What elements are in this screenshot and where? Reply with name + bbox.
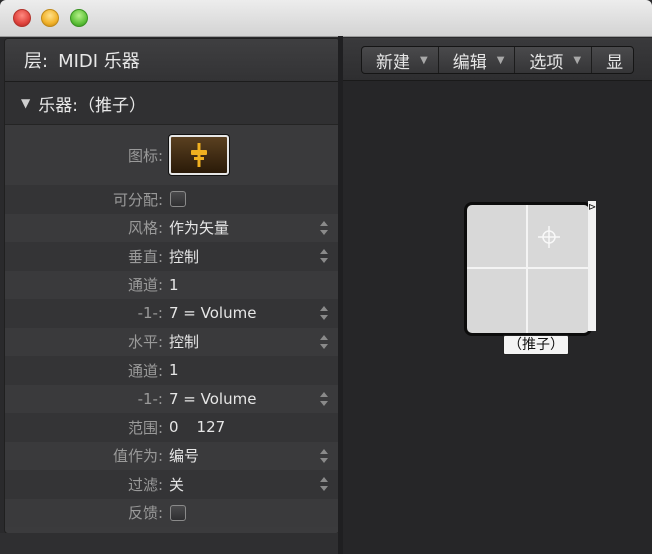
horizontal-popup-arrows-icon[interactable] <box>319 334 329 350</box>
section-title: 乐器:（推子） <box>38 95 146 116</box>
value-as-label: 值作为: <box>112 447 163 466</box>
range-values: 0 127 <box>169 418 339 436</box>
cc-1-label: -1-: <box>137 304 163 323</box>
vector-fader-object[interactable] <box>464 202 592 336</box>
vertical-popup-arrows-icon[interactable] <box>319 248 329 264</box>
new-menu-button[interactable]: 新建 ▼ <box>362 47 439 73</box>
icon-prop-label: 图标: <box>127 146 163 165</box>
new-menu-label: 新建 <box>376 52 410 73</box>
feedback-checkbox[interactable] <box>170 504 186 521</box>
range-min-value[interactable]: 0 <box>169 418 179 436</box>
cc-2-popup-arrows-icon[interactable] <box>319 391 329 407</box>
prop-row-vertical[interactable]: 垂直: 控制 <box>5 242 339 271</box>
vertical-label: 垂直: <box>127 247 163 266</box>
style-value[interactable]: 作为矢量 <box>169 217 339 238</box>
prop-row-channel-1[interactable]: 通道: 1 <box>5 270 339 299</box>
properties-list: 图标: 可分配: 风格: 作为矢量 垂直: 控制 通道: 1 -1-: 7 = … <box>5 125 339 527</box>
filter-value[interactable]: 关 <box>169 474 339 495</box>
cc-1-value[interactable]: 7 = Volume <box>169 304 339 322</box>
chevron-down-icon: ▼ <box>496 54 505 66</box>
edit-menu-label: 编辑 <box>452 52 487 73</box>
channel-2-value[interactable]: 1 <box>169 361 339 379</box>
range-label: 范围: <box>127 418 163 437</box>
prop-row-icon: 图标: <box>5 125 339 185</box>
horizontal-label: 水平: <box>127 333 163 352</box>
options-menu-button[interactable]: 选项 ▼ <box>515 47 593 73</box>
assignable-label: 可分配: <box>112 190 163 209</box>
inspector-bottom-strip <box>0 533 343 554</box>
value-as-value[interactable]: 编号 <box>169 445 339 466</box>
toolbar-menu-group: 新建 ▼ 编辑 ▼ 选项 ▼ 显 <box>361 46 635 74</box>
close-window-button[interactable] <box>13 9 31 27</box>
prop-row-assignable: 可分配: <box>5 185 339 214</box>
object-output-bar <box>588 201 596 331</box>
style-label: 风格: <box>127 219 163 238</box>
fader-vertical-line <box>526 205 528 333</box>
prop-row-filter[interactable]: 过滤: 关 <box>5 470 339 499</box>
crosshair-icon[interactable] <box>537 225 561 249</box>
prop-row-feedback: 反馈: <box>5 498 339 527</box>
assignable-checkbox[interactable] <box>170 191 186 208</box>
channel-1-label: 通道: <box>127 276 163 295</box>
prop-row-cc-1[interactable]: -1-: 7 = Volume <box>5 299 339 328</box>
channel-1-value[interactable]: 1 <box>169 276 339 294</box>
feedback-label: 反馈: <box>127 504 163 523</box>
options-menu-label: 选项 <box>529 52 564 73</box>
horizontal-value[interactable]: 控制 <box>169 331 339 352</box>
disclosure-triangle-icon[interactable]: ▼ <box>21 96 30 110</box>
chevron-down-icon: ▼ <box>420 54 428 66</box>
fader-instrument-icon <box>191 143 207 167</box>
prop-row-value-as[interactable]: 值作为: 编号 <box>5 441 339 470</box>
prop-row-channel-2[interactable]: 通道: 1 <box>5 356 339 385</box>
cc-1-popup-arrows-icon[interactable] <box>319 305 329 321</box>
prop-row-style[interactable]: 风格: 作为矢量 <box>5 213 339 242</box>
output-triangle-icon[interactable]: ⊳ <box>588 202 596 213</box>
inspector-panel: 层: MIDI 乐器 ▼ 乐器:（推子） 图标: 可分配: 风格: 作为矢量 垂… <box>4 38 340 534</box>
cc-2-value[interactable]: 7 = Volume <box>169 390 339 408</box>
style-popup-arrows-icon[interactable] <box>319 220 329 236</box>
fader-horizontal-line <box>467 267 589 269</box>
filter-label: 过滤: <box>127 475 163 494</box>
prop-row-cc-2[interactable]: -1-: 7 = Volume <box>5 384 339 413</box>
channel-2-label: 通道: <box>127 361 163 380</box>
environment-canvas[interactable]: ⊳ （推子） <box>343 81 652 554</box>
vertical-value[interactable]: 控制 <box>169 246 339 267</box>
view-menu-button[interactable]: 显 <box>592 47 633 73</box>
filter-popup-arrows-icon[interactable] <box>319 476 329 492</box>
fader-name-label[interactable]: （推子） <box>503 335 569 355</box>
edit-menu-button[interactable]: 编辑 ▼ <box>439 47 516 73</box>
canvas-toolbar: 新建 ▼ 编辑 ▼ 选项 ▼ 显 <box>343 38 652 81</box>
instrument-section-header[interactable]: ▼ 乐器:（推子） <box>5 82 339 125</box>
prop-row-range: 范围: 0 127 <box>5 413 339 442</box>
view-menu-label: 显 <box>606 52 624 73</box>
layer-header[interactable]: 层: MIDI 乐器 <box>5 39 339 82</box>
cc-2-label: -1-: <box>137 389 163 408</box>
layer-value: MIDI 乐器 <box>58 51 140 72</box>
window-titlebar <box>0 0 652 37</box>
icon-picker-button[interactable] <box>169 135 229 175</box>
layer-label: 层: <box>24 51 49 72</box>
prop-row-horizontal[interactable]: 水平: 控制 <box>5 327 339 356</box>
chevron-down-icon: ▼ <box>573 54 582 66</box>
range-max-value[interactable]: 127 <box>197 418 226 436</box>
zoom-window-button[interactable] <box>70 9 88 27</box>
value-as-popup-arrows-icon[interactable] <box>319 448 329 464</box>
minimize-window-button[interactable] <box>41 9 59 27</box>
